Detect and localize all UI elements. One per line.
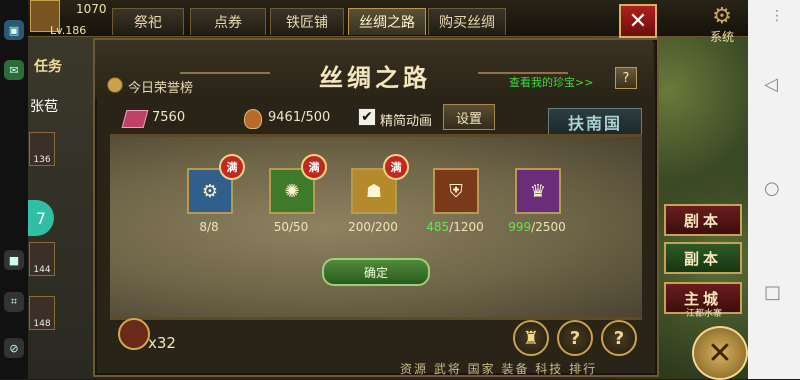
panel-title: 丝绸之路 <box>319 64 431 92</box>
question-icon: ? <box>569 327 581 349</box>
reward-count: 999/2500 <box>497 220 577 234</box>
close-icon: ✕ <box>628 8 648 34</box>
purple-armor-icon: ♛ <box>529 180 547 202</box>
tab-coupons[interactable]: 点券 <box>190 8 266 35</box>
honor-medal-icon <box>107 77 123 93</box>
crossed-swords-icon: ✕ <box>707 335 733 371</box>
home-icon[interactable]: ○ <box>764 178 780 199</box>
reward-count: 8/8 <box>169 220 249 234</box>
confirm-button[interactable]: 确定 <box>322 258 430 286</box>
general-level: 144 <box>33 265 51 275</box>
dungeon-button[interactable]: 副本 <box>664 242 742 274</box>
reward-count-done: 200 <box>348 220 371 234</box>
view-treasure-link[interactable]: 查看我的珍宝>> <box>509 74 593 90</box>
question-icon: ? <box>613 327 625 349</box>
tab-blacksmith[interactable]: 铁匠铺 <box>270 8 344 35</box>
reward-count-done: 8 <box>199 220 207 234</box>
tab-sacrifice[interactable]: 祭祀 <box>112 8 184 35</box>
back-icon[interactable]: ◁ <box>764 74 778 95</box>
simple-animation-label: 精简动画 <box>380 114 433 129</box>
silk-count: 7560 <box>152 110 186 125</box>
capital-name: 江都水寨 <box>686 309 723 319</box>
general-portrait[interactable]: 144 <box>29 242 55 276</box>
help-round-button[interactable]: ? <box>601 320 637 356</box>
reward-count-total: /1200 <box>449 220 484 234</box>
reward-count-total: /8 <box>206 220 219 234</box>
gear-icon: ⚙ <box>712 4 732 29</box>
android-nav-bar: ⋮ ◁ ○ □ <box>748 0 800 379</box>
main-menu-toggle[interactable]: ✕ <box>692 326 748 380</box>
lighthouse-button[interactable]: ♜ <box>513 320 549 356</box>
help-round-button[interactable]: ? <box>557 320 593 356</box>
reward-count-total: /50 <box>288 220 309 234</box>
close-button[interactable]: ✕ <box>619 4 657 38</box>
money-bag-icon <box>244 109 262 129</box>
reward-count: 50/50 <box>251 220 331 234</box>
reward-count-done: 50 <box>273 220 289 234</box>
reward-item[interactable]: ⛨ <box>433 168 479 214</box>
system-label: 系统 <box>709 30 734 44</box>
reward-count-done: 485 <box>426 220 450 234</box>
general-level: 148 <box>33 319 51 329</box>
reward-count-total: /200 <box>370 220 398 234</box>
app-icon[interactable]: ▣ <box>4 20 24 40</box>
gold-amount: 1070 <box>76 2 107 16</box>
chat-app-icon[interactable]: ✉ <box>4 60 24 80</box>
reward-count-total: /2500 <box>531 220 566 234</box>
token-count: x32 <box>148 334 176 352</box>
full-badge: 满 <box>219 154 245 180</box>
title-flourish-left <box>180 72 270 74</box>
full-badge: 满 <box>301 154 327 180</box>
reward-count: 200/200 <box>333 220 413 234</box>
reward-count-done: 999 <box>508 220 532 234</box>
bag-count: 9461/500 <box>268 110 331 125</box>
general-portrait[interactable]: 136 <box>29 132 55 166</box>
simple-animation-checkbox[interactable]: ✔ <box>358 108 376 126</box>
bottom-menu: 资源 武将 国家 装备 科技 排行 <box>400 362 598 376</box>
tab-silk-road[interactable]: 丝绸之路 <box>348 8 426 35</box>
lighthouse-icon: ♜ <box>522 327 540 349</box>
settings-button[interactable]: 设置 <box>443 104 495 130</box>
token-icon <box>118 318 150 350</box>
crop-icon[interactable]: ⌗ <box>4 292 24 312</box>
player-level: Lv.186 <box>50 24 87 37</box>
reward-item[interactable]: ♛ <box>515 168 561 214</box>
more-icon[interactable]: ⋮ <box>770 8 784 24</box>
recents-icon[interactable]: □ <box>764 282 781 303</box>
honor-ranking-link[interactable]: 今日荣誉榜 <box>128 77 193 96</box>
help-button[interactable]: ? <box>615 67 637 89</box>
record-icon[interactable]: ■ <box>4 250 24 270</box>
bronze-shield-icon: ⛨ <box>449 180 463 202</box>
general-name: 张苞 <box>30 99 58 115</box>
mute-icon[interactable]: ⊘ <box>4 338 24 358</box>
tab-buy-silk[interactable]: 购买丝绸 <box>428 8 506 35</box>
full-badge: 满 <box>383 154 409 180</box>
country-label: 扶南国 <box>548 108 642 136</box>
script-button[interactable]: 剧本 <box>664 204 742 236</box>
general-portrait[interactable]: 148 <box>29 296 55 330</box>
system-sidebar: ▣ ✉ ■ ⌗ ⊘ <box>0 0 28 379</box>
general-level: 136 <box>33 155 51 165</box>
task-button[interactable]: 任务 <box>34 56 62 76</box>
reward-count: 485/1200 <box>415 220 495 234</box>
system-button[interactable]: ⚙ 系统 <box>700 6 744 46</box>
